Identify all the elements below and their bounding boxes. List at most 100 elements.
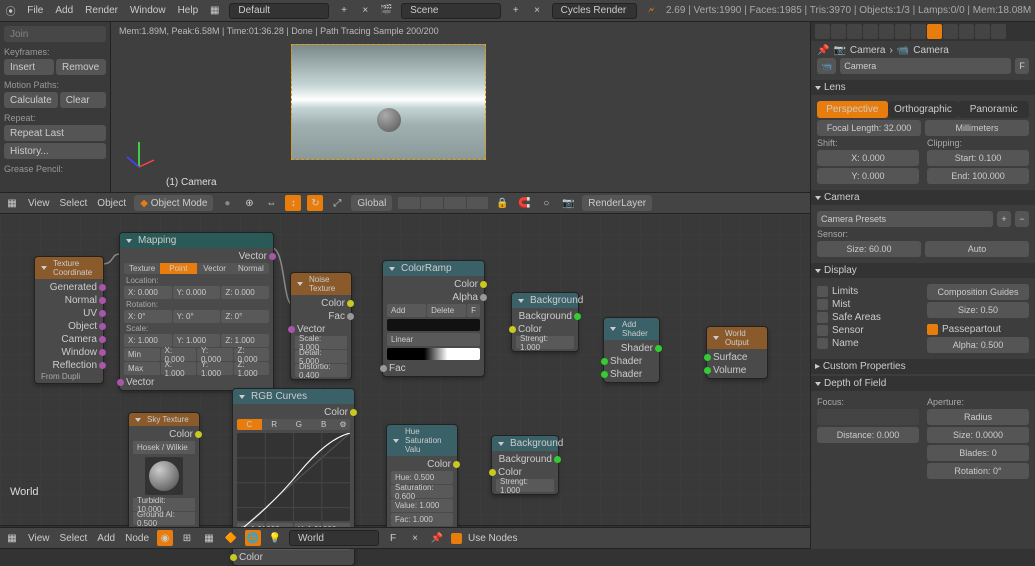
lens-header[interactable]: Lens: [811, 80, 1035, 95]
display-size-field[interactable]: Size: 0.50: [927, 302, 1029, 318]
cr-linear[interactable]: Linear: [387, 333, 480, 346]
lamp-button[interactable]: 💡: [267, 530, 283, 546]
sock-add-in1[interactable]: Shader: [608, 355, 655, 367]
node-addshader-header[interactable]: Add Shader: [604, 318, 659, 340]
scale-gizmo-button[interactable]: ⤢: [329, 195, 345, 211]
min-chk[interactable]: Min: [124, 348, 160, 361]
limits-checkbox[interactable]: [817, 286, 828, 297]
sock-out-surface[interactable]: Surface: [711, 351, 763, 363]
node-hsv-header[interactable]: Hue Saturation Valu: [387, 425, 457, 456]
sock-object[interactable]: Object: [39, 320, 99, 332]
breadcrumb-data[interactable]: Camera: [913, 45, 949, 56]
node-background2[interactable]: Background Background Color Strengt: 1.0…: [491, 435, 559, 495]
rgb-tabs[interactable]: C R G B ⚙: [237, 419, 350, 430]
sock-normal[interactable]: Normal: [39, 294, 99, 306]
prop-data-icon[interactable]: [927, 24, 942, 39]
tab-g[interactable]: G: [287, 419, 312, 430]
max-x[interactable]: X: 1.000: [161, 362, 197, 375]
node-output-header[interactable]: World Output: [707, 327, 767, 349]
sock-camera[interactable]: Camera: [39, 333, 99, 345]
loc-z[interactable]: Z: 0.000: [221, 286, 269, 299]
shading-icon[interactable]: ●: [219, 195, 235, 211]
scene-dropdown[interactable]: Scene: [401, 3, 501, 19]
pin-prop-icon[interactable]: 📌: [817, 45, 829, 56]
translate-gizmo-button[interactable]: ↕: [285, 195, 301, 211]
display-header[interactable]: Display: [811, 263, 1035, 278]
sock-uv[interactable]: UV: [39, 307, 99, 319]
repeat-last-button[interactable]: Repeat Last: [4, 125, 106, 141]
prop-texture-icon[interactable]: [959, 24, 974, 39]
cr-add[interactable]: Add: [387, 304, 426, 317]
join-button[interactable]: Join: [4, 26, 106, 42]
node-texcoord[interactable]: Texture Coordinate Generated Normal UV O…: [34, 256, 104, 384]
loc-y[interactable]: Y: 0.000: [173, 286, 221, 299]
node-noise[interactable]: Noise Texture Color Fac Vector Scale: 3.…: [290, 272, 352, 380]
ne-view[interactable]: View: [26, 533, 52, 544]
menu-render[interactable]: Render: [83, 5, 120, 16]
renderlayer-dropdown[interactable]: RenderLayer: [582, 195, 652, 211]
clip-start-field[interactable]: Start: 0.100: [927, 150, 1029, 166]
orientation-dropdown[interactable]: Global: [351, 195, 392, 211]
focus-distance-field[interactable]: Distance: 0.000: [817, 427, 919, 443]
sock-cr-alpha[interactable]: Alpha: [387, 291, 480, 303]
focal-length-field[interactable]: Focal Length: 32.000: [817, 120, 921, 136]
pivot-icon[interactable]: ⊕: [241, 195, 257, 211]
focus-object-field[interactable]: [817, 409, 919, 425]
ne-add[interactable]: Add: [95, 533, 117, 544]
mode-dropdown[interactable]: ◆ Object Mode: [134, 195, 213, 211]
node-addshader[interactable]: Add Shader Shader Shader Shader: [603, 317, 660, 383]
prop-scene-icon[interactable]: [847, 24, 862, 39]
ne-select[interactable]: Select: [58, 533, 90, 544]
sock-add-in2[interactable]: Shader: [608, 368, 655, 380]
node-background1[interactable]: Background Background Color Strengt: 1.0…: [511, 292, 579, 352]
sock-noise-fac[interactable]: Fac: [295, 310, 347, 322]
close-layout-icon[interactable]: ×: [359, 3, 372, 19]
menu-file[interactable]: File: [25, 5, 45, 16]
bg1-strength[interactable]: Strengt: 1.000: [516, 336, 574, 349]
tab-r[interactable]: R: [262, 419, 287, 430]
tab-texture[interactable]: Texture: [124, 263, 160, 274]
render-viewport[interactable]: Mem:1.89M, Peak:6.58M | Time:01:36.28 | …: [110, 22, 905, 192]
node-bg1-header[interactable]: Background: [512, 293, 578, 308]
node-worldoutput[interactable]: World Output Surface Volume: [706, 326, 768, 379]
sock-reflection[interactable]: Reflection: [39, 359, 99, 371]
rot-x[interactable]: X: 0°: [124, 310, 172, 323]
sock-noise-color[interactable]: Color: [295, 297, 347, 309]
gradient-2[interactable]: [387, 348, 480, 360]
node-noise-header[interactable]: Noise Texture: [291, 273, 351, 295]
tab-perspective[interactable]: Perspective: [817, 101, 888, 118]
rotate-gizmo-button[interactable]: ↻: [307, 195, 323, 211]
add-layout-icon[interactable]: +: [337, 3, 350, 19]
prop-object-icon[interactable]: [879, 24, 894, 39]
node-hsv[interactable]: Hue Saturation Valu Color Hue: 0.500 Sat…: [386, 424, 458, 542]
tab-b[interactable]: B: [311, 419, 336, 430]
gradient-1[interactable]: [387, 319, 480, 331]
node-sky-header[interactable]: Sky Texture: [129, 413, 199, 426]
rot-z[interactable]: Z: 0°: [221, 310, 269, 323]
hsv-val[interactable]: Value: 1.000: [391, 499, 453, 512]
sock-add-out[interactable]: Shader: [608, 342, 655, 354]
sky-type[interactable]: Hosek / Wilkie: [133, 441, 195, 454]
bg2-strength[interactable]: Strengt: 1.000: [496, 479, 554, 492]
breadcrumb-obj[interactable]: Camera: [850, 45, 886, 56]
node-mapping-header[interactable]: Mapping: [120, 233, 273, 248]
curve-widget[interactable]: [237, 433, 350, 521]
compositor-type-button[interactable]: ⊞: [179, 530, 195, 546]
tab-c[interactable]: C: [237, 419, 262, 430]
sock-out-volume[interactable]: Volume: [711, 364, 763, 376]
vh-view[interactable]: View: [26, 198, 52, 209]
tab-pano[interactable]: Panoramic: [958, 101, 1029, 118]
prop-renderlayer-icon[interactable]: [831, 24, 846, 39]
sky-ground[interactable]: Ground Al: 0.500: [133, 512, 195, 525]
sock-window[interactable]: Window: [39, 346, 99, 358]
sock-cr-color[interactable]: Color: [387, 278, 480, 290]
sock-noise-vector[interactable]: Vector: [295, 323, 347, 335]
dof-header[interactable]: Depth of Field: [811, 376, 1035, 391]
rot-y[interactable]: Y: 0°: [173, 310, 221, 323]
alpha-field[interactable]: Alpha: 0.500: [927, 337, 1029, 353]
vh-select[interactable]: Select: [58, 198, 90, 209]
vh-object[interactable]: Object: [95, 198, 128, 209]
preset-add[interactable]: +: [997, 211, 1011, 227]
sock-bg2-out[interactable]: Background: [496, 453, 554, 465]
close-scene-icon[interactable]: ×: [530, 3, 543, 19]
